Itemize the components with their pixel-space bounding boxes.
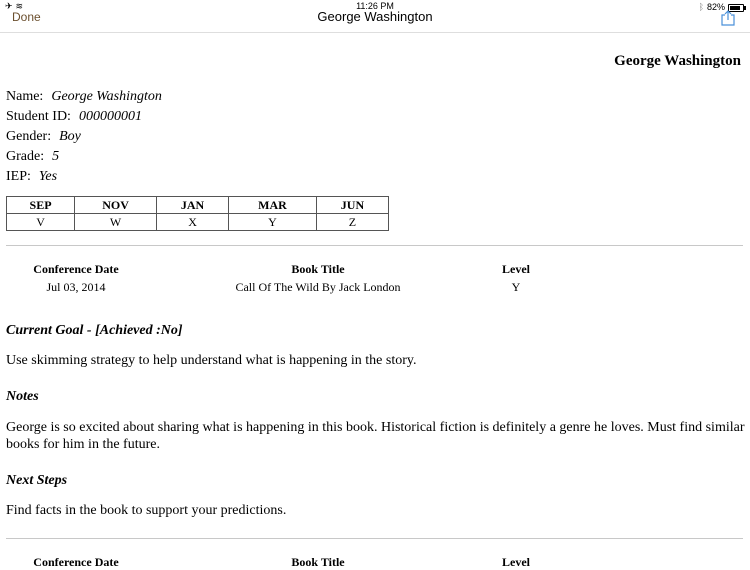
- info-iep: IEP: Yes: [6, 169, 58, 184]
- conference-date: Jul 03, 2014: [46, 280, 106, 294]
- level-value: X: [156, 213, 230, 231]
- battery-fill: [730, 5, 740, 10]
- reading-levels-table: SEP NOV JAN MAR JUN V W X Y Z: [5, 196, 390, 231]
- current-goal-title: Current Goal - [Achieved :No]: [6, 323, 183, 338]
- level-value: W: [74, 213, 158, 231]
- bluetooth-icon: ᛒ: [698, 2, 704, 12]
- next-steps-text: Find facts in the book to support your p…: [6, 503, 287, 518]
- student-header-name: George Washington: [614, 53, 741, 69]
- info-name: Name: George Washington: [6, 89, 162, 104]
- conference-level: Y: [511, 280, 521, 294]
- levels-value-row: V W X Y Z: [5, 213, 390, 231]
- level-header: SEP: [5, 196, 76, 214]
- level-value: Y: [228, 213, 317, 231]
- next-steps-title: Next Steps: [6, 473, 68, 488]
- level-header: MAR: [228, 196, 317, 214]
- level-value: Z: [315, 213, 390, 231]
- levels-header-row: SEP NOV JAN MAR JUN: [5, 196, 390, 214]
- book-title: Call Of The Wild By Jack London: [235, 280, 401, 294]
- info-student-id: Student ID: 000000001: [6, 109, 142, 124]
- level-header: JUN: [315, 196, 390, 214]
- nav-title: George Washington: [317, 9, 433, 24]
- info-gender: Gender: Boy: [6, 129, 81, 144]
- book-title-header: Book Title: [291, 262, 345, 276]
- conference-date-header: Conference Date: [33, 262, 119, 276]
- divider: [6, 538, 743, 539]
- share-icon[interactable]: [721, 10, 735, 26]
- level-header: NOV: [74, 196, 158, 214]
- notes-text: George is so excited about sharing what …: [6, 420, 745, 452]
- current-goal-text: Use skimming strategy to help understand…: [6, 353, 417, 368]
- level-header: Level: [502, 262, 530, 276]
- student-info: Name: George Washington Student ID: 000000…: [6, 87, 162, 187]
- navigation-bar: ✈ ≋ Done 11:26 PM George Washington ᛒ 82%: [0, 0, 750, 33]
- notes-title: Notes: [6, 389, 39, 404]
- level-header: JAN: [156, 196, 230, 214]
- divider: [6, 245, 743, 246]
- level-value: V: [5, 213, 76, 231]
- info-grade: Grade: 5: [6, 149, 60, 164]
